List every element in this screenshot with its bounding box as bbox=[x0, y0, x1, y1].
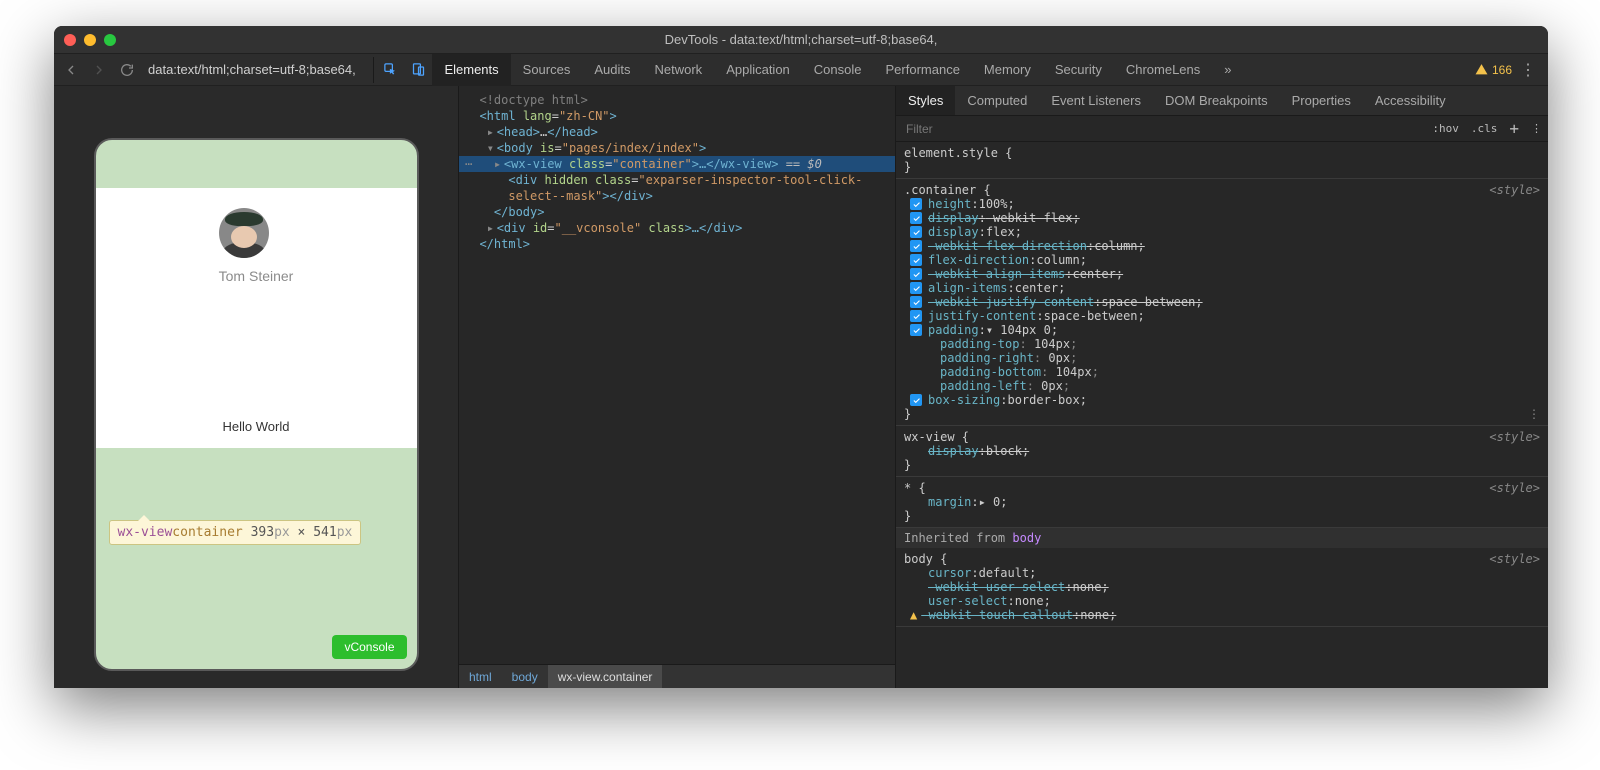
main-toolbar: data:text/html;charset=utf-8;base64, Ele… bbox=[54, 54, 1548, 86]
panel-menu-icon[interactable]: ⋮ bbox=[1525, 122, 1548, 135]
crumb-wxview[interactable]: wx-view.container bbox=[548, 665, 663, 688]
subtab-styles[interactable]: Styles bbox=[896, 86, 955, 115]
styles-subtabs: Styles Computed Event Listeners DOM Brea… bbox=[896, 86, 1548, 116]
subtab-computed[interactable]: Computed bbox=[955, 86, 1039, 115]
breadcrumb: html body wx-view.container bbox=[459, 664, 895, 688]
filter-input[interactable] bbox=[896, 122, 1426, 136]
inherited-label: Inherited from body bbox=[896, 528, 1548, 548]
rule-elementstyle: element.style { } bbox=[896, 142, 1548, 179]
rule-body: <style> body { cursor: default;-webkit-u… bbox=[896, 548, 1548, 627]
traffic-lights bbox=[64, 34, 116, 46]
device-preview: Tom Steiner Hello World wx-viewcontainer… bbox=[54, 86, 459, 688]
tab-sources[interactable]: Sources bbox=[511, 54, 583, 86]
user-name: Tom Steiner bbox=[219, 268, 294, 284]
filter-bar: :hov .cls + ⋮ bbox=[896, 116, 1548, 142]
main-tabs: Elements Sources Audits Network Applicat… bbox=[432, 54, 1243, 86]
styles-list[interactable]: element.style { } <style> .container { h… bbox=[896, 142, 1548, 688]
window-title: DevTools - data:text/html;charset=utf-8;… bbox=[54, 32, 1548, 47]
crumb-html[interactable]: html bbox=[459, 665, 502, 688]
subtab-dombreakpoints[interactable]: DOM Breakpoints bbox=[1153, 86, 1280, 115]
device-icon[interactable] bbox=[404, 56, 432, 84]
tab-chromelens[interactable]: ChromeLens bbox=[1114, 54, 1212, 86]
elements-panel: <!doctype html> <html lang="zh-CN"> ▸<he… bbox=[459, 86, 896, 688]
nav-group bbox=[54, 61, 144, 79]
warning-count: 166 bbox=[1492, 63, 1512, 77]
vconsole-button[interactable]: vConsole bbox=[332, 635, 406, 659]
titlebar: DevTools - data:text/html;charset=utf-8;… bbox=[54, 26, 1548, 54]
zoom-icon[interactable] bbox=[104, 34, 116, 46]
selected-node[interactable]: ⋯ ▸<wx-view class="container">…</wx-view… bbox=[459, 156, 895, 172]
phone-frame: Tom Steiner Hello World wx-viewcontainer… bbox=[94, 138, 419, 671]
cls-toggle[interactable]: .cls bbox=[1465, 122, 1504, 135]
avatar bbox=[219, 208, 269, 258]
inspect-tooltip: wx-viewcontainer 393px × 541px bbox=[109, 520, 362, 545]
tab-application[interactable]: Application bbox=[714, 54, 802, 86]
styles-panel: Styles Computed Event Listeners DOM Brea… bbox=[896, 86, 1548, 688]
add-rule-icon[interactable]: + bbox=[1503, 119, 1525, 138]
devtools-window: DevTools - data:text/html;charset=utf-8;… bbox=[54, 26, 1548, 688]
crumb-body[interactable]: body bbox=[502, 665, 548, 688]
tab-elements[interactable]: Elements bbox=[432, 54, 510, 86]
back-icon[interactable] bbox=[62, 61, 80, 79]
tab-security[interactable]: Security bbox=[1043, 54, 1114, 86]
tab-network[interactable]: Network bbox=[643, 54, 715, 86]
subtab-accessibility[interactable]: Accessibility bbox=[1363, 86, 1458, 115]
forward-icon[interactable] bbox=[90, 61, 108, 79]
close-icon[interactable] bbox=[64, 34, 76, 46]
subtab-properties[interactable]: Properties bbox=[1280, 86, 1363, 115]
url-bar[interactable]: data:text/html;charset=utf-8;base64, bbox=[144, 62, 371, 77]
tab-memory[interactable]: Memory bbox=[972, 54, 1043, 86]
rule-wxview: <style> wx-view { display: block; } bbox=[896, 426, 1548, 477]
tab-audits[interactable]: Audits bbox=[582, 54, 642, 86]
tabs-overflow-icon[interactable]: » bbox=[1212, 54, 1243, 86]
warnings-badge[interactable]: 166 bbox=[1475, 63, 1512, 77]
rule-star: <style> * { margin: ▸ 0; } bbox=[896, 477, 1548, 528]
hov-toggle[interactable]: :hov bbox=[1426, 122, 1465, 135]
rule-container: <style> .container { height: 100%;displa… bbox=[896, 179, 1548, 426]
hello-text: Hello World bbox=[223, 419, 290, 434]
tab-console[interactable]: Console bbox=[802, 54, 874, 86]
subtab-eventlisteners[interactable]: Event Listeners bbox=[1039, 86, 1153, 115]
reload-icon[interactable] bbox=[118, 61, 136, 79]
inspect-icon[interactable] bbox=[376, 56, 404, 84]
app-content: Tom Steiner Hello World bbox=[96, 188, 417, 448]
kebab-menu-icon[interactable]: ⋮ bbox=[1516, 60, 1540, 80]
dom-tree[interactable]: <!doctype html> <html lang="zh-CN"> ▸<he… bbox=[459, 86, 895, 664]
tab-performance[interactable]: Performance bbox=[874, 54, 972, 86]
minimize-icon[interactable] bbox=[84, 34, 96, 46]
